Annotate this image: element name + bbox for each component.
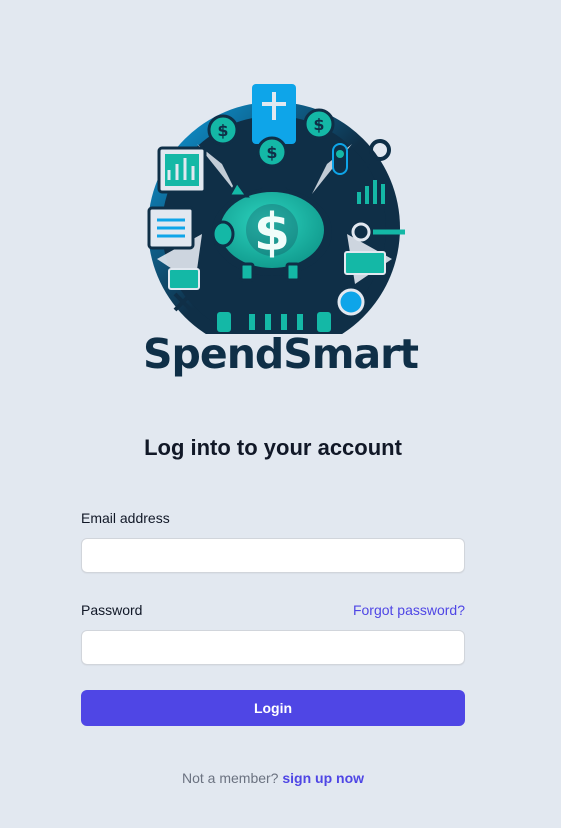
email-field[interactable] [81, 538, 465, 573]
svg-text:$: $ [266, 143, 277, 162]
email-label: Email address [81, 510, 170, 526]
login-button[interactable]: Login [81, 690, 465, 726]
brand-name: SpendSmart [143, 330, 419, 378]
logo-dollar-glyph: $ [254, 203, 290, 263]
signup-link[interactable]: sign up now [282, 770, 364, 786]
svg-text:$: $ [217, 121, 228, 140]
page-title: Log into to your account [144, 435, 402, 460]
signup-row: Not a member? sign up now [0, 770, 546, 786]
svg-text:$: $ [313, 115, 324, 134]
signup-prompt: Not a member? [181, 770, 283, 786]
piggy-bank-dollar-icon: $ $ $ $ [147, 84, 405, 334]
password-label: Password [81, 602, 143, 618]
password-field[interactable] [81, 630, 465, 665]
forgot-password-link[interactable]: Forgot password? [353, 602, 465, 618]
